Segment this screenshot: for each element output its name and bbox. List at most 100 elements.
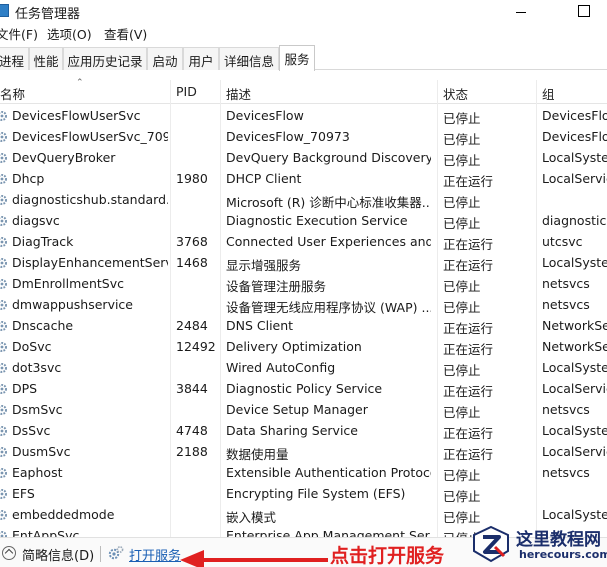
- service-row[interactable]: DsSvc 4748 Data Sharing Service 正在运行 LocalSy…: [0, 420, 607, 441]
- service-group: netsvcs: [542, 297, 590, 312]
- column-header-group[interactable]: 组: [542, 84, 555, 103]
- service-group: LocalSystem: [542, 423, 607, 438]
- service-name: EFS: [12, 486, 35, 501]
- column-header-name[interactable]: 名称: [0, 84, 25, 103]
- service-row[interactable]: DevicesFlowUserSvc_709... DevicesFlow_709…: [0, 126, 607, 147]
- window-title: 任务管理器: [15, 7, 81, 22]
- service-pid: 2188: [176, 444, 208, 459]
- service-name: DoSvc: [12, 339, 52, 354]
- service-description: Delivery Optimization: [226, 339, 362, 354]
- tab-services[interactable]: 服务: [279, 45, 315, 71]
- service-name: diagsvc: [12, 213, 60, 228]
- service-status: 已停止: [443, 216, 481, 231]
- service-group: DevicesFlow: [542, 108, 607, 123]
- service-row[interactable]: DusmSvc 2188 数据使用量 正在运行 LocalService: [0, 441, 607, 462]
- service-gear-icon: [0, 467, 8, 479]
- service-description: 嵌入模式: [226, 510, 277, 525]
- service-gear-icon: [0, 131, 8, 143]
- open-services-link[interactable]: 打开服务: [129, 545, 181, 564]
- service-row[interactable]: DmEnrollmentSvc 设备管理注册服务 已停止 netsvcs: [0, 273, 607, 294]
- service-row[interactable]: Eaphost Extensible Authentication Protoco…: [0, 462, 607, 483]
- service-name: DmEnrollmentSvc: [12, 276, 124, 291]
- service-row[interactable]: DevQueryBroker DevQuery Background Discov…: [0, 147, 607, 168]
- service-description: Enterprise App Management Ser...: [226, 528, 431, 537]
- service-status: 正在运行: [443, 321, 494, 336]
- service-group: NetworkSe: [542, 318, 607, 333]
- service-row[interactable]: DoSvc 12492 Delivery Optimization 正在运行 Netwo…: [0, 336, 607, 357]
- service-description: 设备管理无线应用程序协议 (WAP) ...: [226, 300, 431, 315]
- tab-startup[interactable]: 启动: [147, 47, 183, 70]
- service-group: LocalSystem: [542, 255, 607, 270]
- service-description: Encrypting File System (EFS): [226, 486, 406, 501]
- tab-performance[interactable]: 性能: [29, 47, 63, 70]
- service-group: LocalSystem: [542, 360, 607, 375]
- service-gear-icon: [0, 383, 8, 395]
- service-row[interactable]: DiagTrack 3768 Connected User Experiences …: [0, 231, 607, 252]
- service-status: 已停止: [443, 153, 481, 168]
- service-gear-icon: [0, 236, 8, 248]
- column-header-pid[interactable]: PID: [176, 84, 197, 99]
- service-row[interactable]: diagnosticshub.standard... Microsoft (R) …: [0, 189, 607, 210]
- service-status: 正在运行: [443, 384, 494, 399]
- tab-bar: 进程 性能 应用历史记录 启动 用户 详细信息 服务: [0, 44, 607, 71]
- service-gear-icon: [0, 278, 8, 290]
- menu-bar: 文件(F) 选项(O) 查看(V): [0, 22, 607, 42]
- service-gear-icon: [0, 404, 8, 416]
- service-row[interactable]: Dnscache 2484 DNS Client 正在运行 NetworkSe: [0, 315, 607, 336]
- service-gear-icon: [0, 530, 8, 537]
- service-group: LocalService: [542, 171, 607, 186]
- service-status: 正在运行: [443, 237, 494, 252]
- tab-details[interactable]: 详细信息: [219, 47, 279, 70]
- service-gear-icon: [0, 194, 8, 206]
- service-row[interactable]: dmwappushservice 设备管理无线应用程序协议 (WAP) ... 已停…: [0, 294, 607, 315]
- service-status: 已停止: [443, 195, 481, 210]
- service-pid: 2484: [176, 318, 208, 333]
- service-row[interactable]: DsmSvc Device Setup Manager 已停止 netsvcs: [0, 399, 607, 420]
- service-status: 正在运行: [443, 447, 494, 462]
- service-row[interactable]: EFS Encrypting File System (EFS) 已停止: [0, 483, 607, 504]
- service-row[interactable]: DPS 3844 Diagnostic Policy Service 正在运行 Loca…: [0, 378, 607, 399]
- service-name: Dhcp: [12, 171, 45, 186]
- sort-ascending-icon: ⌃: [76, 78, 84, 88]
- tab-app-history[interactable]: 应用历史记录: [63, 47, 147, 70]
- services-list: DevicesFlowUserSvc DevicesFlow 已停止 DevicesF…: [0, 105, 607, 537]
- tab-users[interactable]: 用户: [183, 47, 219, 70]
- service-row[interactable]: diagsvc Diagnostic Execution Service 已停止 di…: [0, 210, 607, 231]
- maximize-button[interactable]: [561, 0, 607, 22]
- service-description: Diagnostic Execution Service: [226, 213, 408, 228]
- service-description: Microsoft (R) 诊断中心标准收集器...: [226, 195, 431, 210]
- task-manager-icon: [0, 4, 9, 17]
- service-name: DsSvc: [12, 423, 51, 438]
- service-description: 显示增强服务: [226, 258, 302, 273]
- service-row[interactable]: Dhcp 1980 DHCP Client 正在运行 LocalService: [0, 168, 607, 189]
- service-group: netsvcs: [542, 276, 590, 291]
- service-row[interactable]: DisplayEnhancementServ... 1468 显示增强服务 正在运行 L…: [0, 252, 607, 273]
- services-gear-icon[interactable]: [108, 545, 124, 561]
- service-description: DevQuery Background Discovery...: [226, 150, 431, 165]
- minimize-button[interactable]: [498, 0, 544, 22]
- service-name: Eaphost: [12, 465, 63, 480]
- column-header-description[interactable]: 描述: [226, 84, 251, 103]
- service-description: 设备管理注册服务: [226, 279, 327, 294]
- title-bar: 任务管理器: [0, 0, 607, 22]
- service-gear-icon: [0, 488, 8, 500]
- service-description: Device Setup Manager: [226, 402, 368, 417]
- column-header-row: ⌃ 名称 PID 描述 状态 组: [0, 78, 607, 104]
- service-status: 已停止: [443, 111, 481, 126]
- menu-options[interactable]: 选项(O): [47, 22, 92, 43]
- service-group: NetworkSe: [542, 339, 607, 354]
- menu-view[interactable]: 查看(V): [104, 22, 147, 43]
- service-name: DsmSvc: [12, 402, 63, 417]
- service-status: 正在运行: [443, 258, 494, 273]
- annotation-label: 点击打开服务: [330, 545, 445, 567]
- fewer-details-link[interactable]: 简略信息(D): [22, 545, 94, 564]
- collapse-chevron-icon[interactable]: [2, 546, 16, 560]
- service-gear-icon: [0, 257, 8, 269]
- column-header-status[interactable]: 状态: [443, 84, 468, 103]
- menu-file[interactable]: 文件(F): [0, 22, 38, 43]
- service-status: 正在运行: [443, 426, 494, 441]
- service-row[interactable]: DevicesFlowUserSvc DevicesFlow 已停止 DevicesF…: [0, 105, 607, 126]
- service-row[interactable]: dot3svc Wired AutoConfig 已停止 LocalSystem: [0, 357, 607, 378]
- tab-processes[interactable]: 进程: [0, 47, 29, 70]
- service-group: netsvcs: [542, 465, 590, 480]
